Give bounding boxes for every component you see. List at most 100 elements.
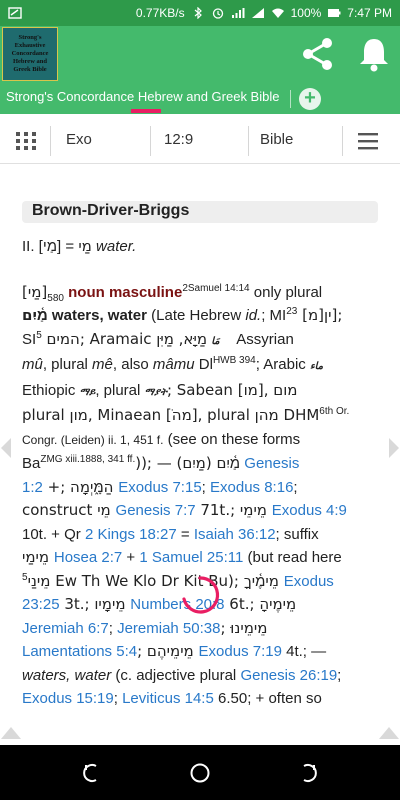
entry-line: plural מון, Minaean [מהֹ], plural מהן DH… — [22, 404, 380, 428]
logo-line: Exhaustive — [14, 42, 46, 49]
entry-line: BaZMG xiii.1888, 341 ff.)); — (מַיִם) מַ… — [22, 452, 380, 476]
text: ; — [108, 619, 118, 637]
bell-icon[interactable] — [354, 34, 394, 74]
text: (c. adjective plural — [111, 666, 241, 684]
text: ; — [201, 478, 211, 496]
entry-line: mû, plural mê, also mâmu DlHWB 394; Arab… — [22, 353, 380, 379]
text: (see on these forms — [163, 430, 301, 448]
bible-reference-link[interactable]: Genesis — [240, 455, 299, 472]
hebrew-word: מַ֫יִם — [22, 306, 48, 324]
add-tab-icon[interactable]: + — [299, 88, 321, 110]
text: ; MI — [261, 307, 287, 324]
back-icon[interactable] — [80, 762, 102, 784]
system-navigation-bar — [0, 745, 400, 800]
share-icon[interactable] — [298, 34, 338, 74]
text: 3t.; מֵימָיו — [59, 595, 131, 613]
bible-reference-link[interactable]: Genesis 26:19 — [240, 667, 337, 684]
next-page-arrow-icon[interactable] — [388, 437, 400, 459]
bible-reference-link[interactable]: Leviticus 14:5 — [122, 690, 214, 707]
text: )); — (מַיִם) — [135, 454, 217, 472]
clock: 7:47 PM — [347, 6, 392, 20]
hebrew-word: [מַי] — [22, 282, 48, 301]
text: ; — [293, 478, 298, 496]
ethiopic-script-image: ማይ — [79, 386, 96, 398]
bible-reference-link[interactable]: Exodus — [284, 573, 334, 590]
bible-reference-link[interactable]: Hosea 2:7 — [54, 549, 122, 566]
bible-reference-link[interactable]: Jeremiah 6:7 — [22, 620, 109, 637]
text: 6.50; + often so — [213, 690, 322, 707]
bible-reference-link[interactable]: 1:2 — [22, 479, 43, 496]
strongs-number: 580 — [47, 292, 64, 304]
scroll-up-left-icon[interactable] — [0, 726, 22, 740]
lexicon-content[interactable]: Brown-Driver-Briggs II. [מַי] = מַי wate… — [0, 165, 400, 745]
entry-line: 1:2 +; הַמָּ֑יְמָה Exodus 7:15; Exodus 8… — [22, 476, 380, 500]
text: ; — [113, 690, 123, 707]
status-bar: 0.77KB/s 100% 7:47 PM — [0, 0, 400, 26]
menu-icon[interactable] — [356, 130, 380, 152]
text: ; מֵימֵיהֶם — [137, 642, 199, 660]
text: 10t. + Qr — [22, 525, 85, 543]
text: only plural — [249, 283, 323, 301]
text: (but read here — [243, 549, 342, 566]
bible-reference-link[interactable]: Jeremiah 50:38 — [117, 620, 220, 637]
logo-line: Concordance — [11, 50, 49, 57]
text: 6t.; מֵימֶיהָ — [224, 595, 297, 613]
text: [מ]ין]; — [297, 306, 343, 324]
text: ; suffix — [275, 525, 319, 543]
tab-strongs-concordance[interactable]: Strong's Concordance Hebrew and Greek Bi… — [6, 89, 279, 104]
text: , plural — [95, 381, 145, 399]
app-bar: Strong's Exhaustive Concordance Hebrew a… — [0, 26, 400, 84]
text: ; Arabic — [255, 356, 306, 373]
entry-text: II. [מַי] = מַי water. [מַי]580 noun mas… — [22, 235, 380, 711]
arabic-script-image: ﻣَﺎ — [211, 335, 220, 347]
logo-line: Hebrew and — [12, 58, 47, 65]
screenshot-icon — [8, 7, 22, 19]
bible-reference-link[interactable]: Exodus 7:19 — [199, 643, 282, 660]
bible-reference-link[interactable]: 1 Samuel 25:11 — [139, 549, 243, 566]
text: = — [176, 525, 194, 543]
text: plural מון, Minaean [מהֹ], plural מהן DH… — [22, 406, 320, 424]
alarm-icon — [212, 8, 223, 19]
text: II. [מַי] = — [22, 238, 79, 255]
battery-level: 100% — [290, 6, 322, 20]
bible-reference-link[interactable]: Isaiah 36:12 — [194, 526, 276, 543]
bible-reference-link[interactable]: Genesis 7:7 — [116, 502, 196, 519]
text: Ethiopic — [22, 381, 80, 399]
text: Ba — [22, 455, 41, 472]
signal-icon-2 — [251, 8, 264, 18]
bible-reference-link[interactable]: Exodus 8:16 — [210, 479, 293, 496]
text: +; הַמָּ֑יְמָה — [42, 477, 119, 496]
entry-line: Jeremiah 6:7; Jeremiah 50:38; מֵימֵינוּ — [22, 617, 380, 641]
bluetooth-icon — [194, 7, 202, 19]
bible-reference-link[interactable]: Exodus 4:9 — [272, 502, 347, 519]
recents-icon[interactable] — [298, 762, 320, 784]
text: Assyrian — [219, 330, 294, 348]
bible-reference-link[interactable]: 23:25 — [22, 596, 60, 613]
text: id. — [245, 307, 262, 324]
reference-superscript: 2Samuel 14:14 — [182, 282, 250, 294]
toolbar-divider — [150, 126, 151, 156]
home-icon[interactable] — [189, 762, 211, 784]
bible-reference-link[interactable]: Exodus 15:19 — [22, 690, 114, 707]
book-selector[interactable]: Exo — [66, 131, 92, 148]
bible-reference-link[interactable]: 2 Kings 18:27 — [85, 526, 177, 543]
superscript: 23 — [286, 306, 298, 317]
previous-page-arrow-icon[interactable] — [0, 437, 12, 459]
version-selector[interactable]: Bible — [260, 131, 293, 148]
navigation-toolbar: Exo 12:9 Bible — [0, 118, 400, 164]
chapter-verse-selector[interactable]: 12:9 — [164, 131, 193, 148]
text: מֵינַי — [27, 571, 51, 590]
bible-reference-link[interactable]: Exodus 7:15 — [118, 479, 201, 496]
tab-indicator — [131, 109, 161, 113]
entry-line: Ethiopic ማይ, plural ማያት; Sabean [מו], מו… — [22, 379, 380, 405]
grid-icon[interactable] — [14, 130, 38, 152]
text: mû — [22, 356, 43, 373]
bible-reference-link[interactable]: Lamentations 5:4 — [22, 643, 137, 660]
toolbar-divider — [50, 126, 51, 156]
scroll-up-right-icon[interactable] — [378, 726, 400, 740]
hebrew-word: מַ֫יִם — [216, 454, 241, 472]
text: Ew Th We Klo Dr Kit Bu); מֵימֶ֫יךָ — [50, 571, 284, 590]
section-title: Brown-Driver-Briggs — [32, 202, 190, 219]
hebrew-word: מַי — [78, 237, 92, 255]
entry-line: Lamentations 5:4; מֵימֵיהֶם Exodus 7:19 … — [22, 640, 380, 664]
